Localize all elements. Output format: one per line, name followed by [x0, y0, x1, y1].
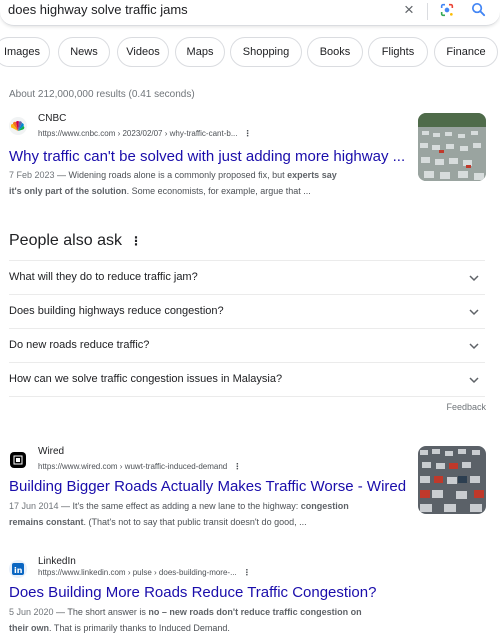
snippet-highlight: congestion — [300, 501, 349, 511]
paa-question[interactable]: What will they do to reduce traffic jam? — [9, 260, 485, 294]
chip-finance[interactable]: Finance — [434, 37, 498, 67]
more-options-icon[interactable]: ⋮ — [130, 234, 142, 248]
result-title-link[interactable]: Building Bigger Roads Actually Makes Tra… — [9, 478, 406, 495]
result-url[interactable]: https://www.linkedin.com › pulse › does-… — [38, 568, 251, 577]
linkedin-logo-icon: in — [9, 560, 27, 578]
search-input[interactable]: does highway solve traffic jams — [8, 2, 188, 17]
paa-question-text[interactable]: Does building highways reduce congestion… — [9, 305, 224, 317]
search-icon[interactable] — [470, 1, 487, 18]
paa-question-text[interactable]: What will they do to reduce traffic jam? — [9, 271, 198, 283]
result-source-name[interactable]: LinkedIn — [38, 556, 76, 567]
chevron-down-icon[interactable] — [469, 375, 479, 385]
result-url-text[interactable]: https://www.wired.com › wuwt-traffic-ind… — [38, 462, 227, 471]
close-icon[interactable]: × — [404, 0, 414, 20]
result-thumbnail[interactable] — [418, 446, 486, 514]
more-options-icon[interactable]: ⋮ — [233, 462, 241, 471]
people-also-ask-title: People also ask — [9, 232, 122, 249]
result-snippet: 5 Jun 2020 — The short answer is no – ne… — [9, 604, 362, 636]
result-date: 17 Jun 2014 — [9, 501, 59, 511]
result-date: 7 Feb 2023 — [9, 170, 55, 180]
result-url-text[interactable]: https://www.linkedin.com › pulse › does-… — [38, 568, 237, 577]
paa-question[interactable]: Do new roads reduce traffic? — [9, 328, 485, 362]
chip-images[interactable]: Images — [0, 37, 50, 67]
cnbc-logo-icon — [9, 117, 27, 135]
chip-maps[interactable]: Maps — [175, 37, 225, 67]
feedback-link[interactable]: Feedback — [446, 402, 486, 412]
svg-text:in: in — [14, 566, 23, 575]
chip-flights[interactable]: Flights — [368, 37, 428, 67]
search-bar[interactable]: does highway solve traffic jams × — [0, 0, 500, 26]
result-source-name[interactable]: Wired — [38, 446, 64, 457]
result-stats: About 212,000,000 results (0.41 seconds) — [9, 89, 195, 100]
snippet-highlight: it's only part of the solution — [9, 186, 127, 196]
more-options-icon[interactable]: ⋮ — [244, 129, 252, 138]
chip-news[interactable]: News — [58, 37, 110, 67]
result-source-name[interactable]: CNBC — [38, 113, 66, 124]
paa-question-text[interactable]: Do new roads reduce traffic? — [9, 339, 149, 351]
paa-question-text[interactable]: How can we solve traffic congestion issu… — [9, 373, 282, 385]
wired-logo-icon — [10, 452, 26, 468]
snippet-highlight: remains constant — [9, 517, 84, 527]
people-also-ask-heading: People also ask ⋮ — [9, 232, 142, 250]
snippet-text: . That is primarily thanks to Induced De… — [49, 623, 230, 633]
chip-books[interactable]: Books — [307, 37, 363, 67]
result-date: 5 Jun 2020 — [9, 607, 54, 617]
result-thumbnail[interactable] — [418, 113, 486, 181]
snippet-text: — Widening roads alone is a commonly pro… — [54, 170, 288, 180]
result-snippet: 17 Jun 2014 — It's the same effect as ad… — [9, 498, 349, 530]
snippet-text: — The short answer is — [53, 607, 149, 617]
snippet-text: . Some economists, for example, argue th… — [126, 186, 311, 196]
result-title-link[interactable]: Does Building More Roads Reduce Traffic … — [9, 584, 376, 601]
divider — [9, 396, 485, 397]
chip-videos[interactable]: Videos — [117, 37, 169, 67]
snippet-text: — It's the same effect as adding a new l… — [58, 501, 301, 511]
more-options-icon[interactable]: ⋮ — [243, 568, 251, 577]
snippet-highlight: their own — [9, 623, 49, 633]
result-url[interactable]: https://www.cnbc.com › 2023/02/07 › why-… — [38, 129, 252, 138]
result-url[interactable]: https://www.wired.com › wuwt-traffic-ind… — [38, 462, 241, 471]
chevron-down-icon[interactable] — [469, 341, 479, 351]
result-snippet: 7 Feb 2023 — Widening roads alone is a c… — [9, 167, 337, 199]
snippet-highlight: experts say — [287, 170, 337, 180]
snippet-text: . (That's not to say that public transit… — [83, 517, 307, 527]
chevron-down-icon[interactable] — [469, 273, 479, 283]
result-url-text[interactable]: https://www.cnbc.com › 2023/02/07 › why-… — [38, 129, 238, 138]
result-title-link[interactable]: Why traffic can't be solved with just ad… — [9, 148, 405, 165]
divider — [427, 3, 428, 20]
search-filter-chips: Images News Videos Maps Shopping Books F… — [0, 37, 500, 67]
chevron-down-icon[interactable] — [469, 307, 479, 317]
snippet-highlight: no – new roads don't reduce traffic cong… — [148, 607, 362, 617]
google-lens-icon[interactable] — [439, 2, 455, 18]
paa-question[interactable]: How can we solve traffic congestion issu… — [9, 362, 485, 396]
chip-shopping[interactable]: Shopping — [230, 37, 302, 67]
paa-question[interactable]: Does building highways reduce congestion… — [9, 294, 485, 328]
